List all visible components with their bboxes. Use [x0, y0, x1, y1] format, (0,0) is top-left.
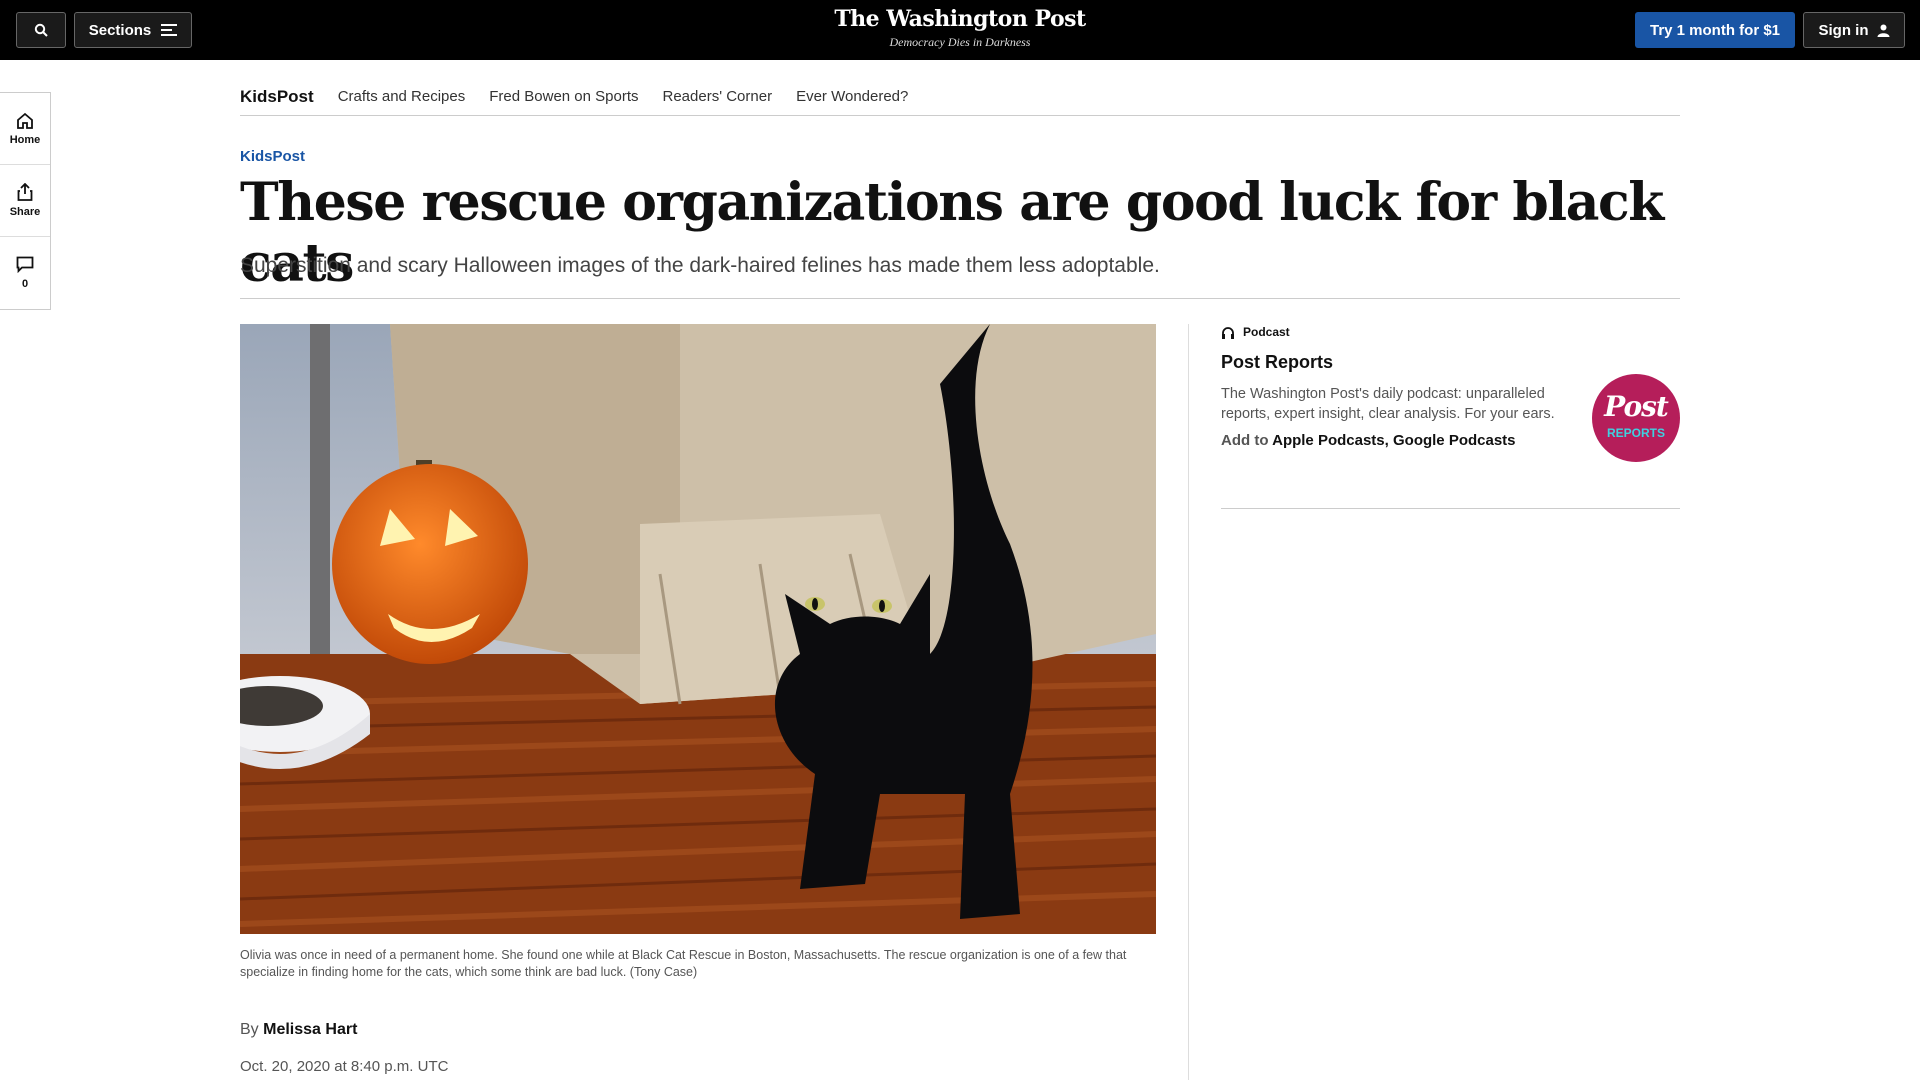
article-photo — [240, 324, 1156, 934]
rail-comment-count: 0 — [21, 278, 29, 290]
post-reports-logo[interactable]: Post REPORTS — [1592, 374, 1680, 462]
comment-icon — [16, 256, 34, 273]
section-nav-link-readers[interactable]: Readers' Corner — [663, 88, 773, 105]
sidebar-divider — [1221, 508, 1680, 509]
logo-name: The Washington Post — [834, 6, 1086, 32]
left-rail: Home Share 0 — [0, 92, 51, 310]
rail-share-button[interactable]: Share — [0, 165, 50, 237]
top-bar: Sections The Washington Post Democracy D… — [0, 0, 1920, 60]
post-reports-logo-text: Post — [1604, 390, 1669, 423]
podcast-label: Podcast — [1221, 325, 1290, 339]
publish-date: Oct. 20, 2020 at 8:40 p.m. UTC — [240, 1058, 449, 1075]
section-nav-link-sports[interactable]: Fred Bowen on Sports — [489, 88, 638, 105]
section-nav: KidsPost Crafts and Recipes Fred Bowen o… — [240, 78, 1680, 116]
home-icon — [17, 112, 33, 129]
column-divider — [1188, 324, 1189, 1080]
section-nav-link-crafts[interactable]: Crafts and Recipes — [338, 88, 466, 105]
user-icon — [1877, 24, 1889, 37]
rail-home-button[interactable]: Home — [0, 93, 50, 165]
apple-podcasts-link[interactable]: Apple Podcasts — [1272, 432, 1385, 449]
podcast-add-prefix: Add to — [1221, 432, 1269, 449]
article-kicker[interactable]: KidsPost — [240, 148, 305, 165]
google-podcasts-link[interactable]: Google Podcasts — [1393, 432, 1516, 449]
photo-caption: Olivia was once in need of a permanent h… — [240, 948, 1127, 979]
section-nav-link-wondered[interactable]: Ever Wondered? — [796, 88, 908, 105]
post-reports-logo-sub: REPORTS — [1606, 426, 1665, 440]
headphones-icon — [1222, 326, 1234, 339]
sign-in-button[interactable]: Sign in — [1803, 12, 1905, 48]
rail-share-label: Share — [9, 206, 41, 218]
sign-in-label: Sign in — [1818, 21, 1869, 39]
author-link[interactable]: Melissa Hart — [263, 1021, 357, 1038]
rail-home-label: Home — [9, 133, 41, 146]
podcast-title[interactable]: Post Reports — [1221, 352, 1333, 373]
podcast-label-text: Podcast — [1243, 325, 1290, 339]
share-icon — [17, 183, 33, 201]
subscribe-button[interactable]: Try 1 month for $1 — [1635, 12, 1795, 48]
rail-comments-button[interactable]: 0 — [0, 237, 50, 309]
byline-prefix: By — [240, 1021, 259, 1038]
site-logo[interactable]: The Washington Post Democracy Dies in Da… — [0, 6, 1920, 50]
article-dek: Superstition and scary Halloween images … — [240, 254, 1160, 277]
logo-tagline: Democracy Dies in Darkness — [889, 35, 1031, 49]
divider — [240, 298, 1680, 299]
podcast-add-links: Add to Apple Podcasts, Google Podcasts — [1221, 432, 1516, 449]
section-nav-brand[interactable]: KidsPost — [240, 87, 314, 107]
byline: By Melissa Hart — [240, 1021, 357, 1039]
podcast-description: The Washington Post's daily podcast: unp… — [1221, 386, 1555, 422]
